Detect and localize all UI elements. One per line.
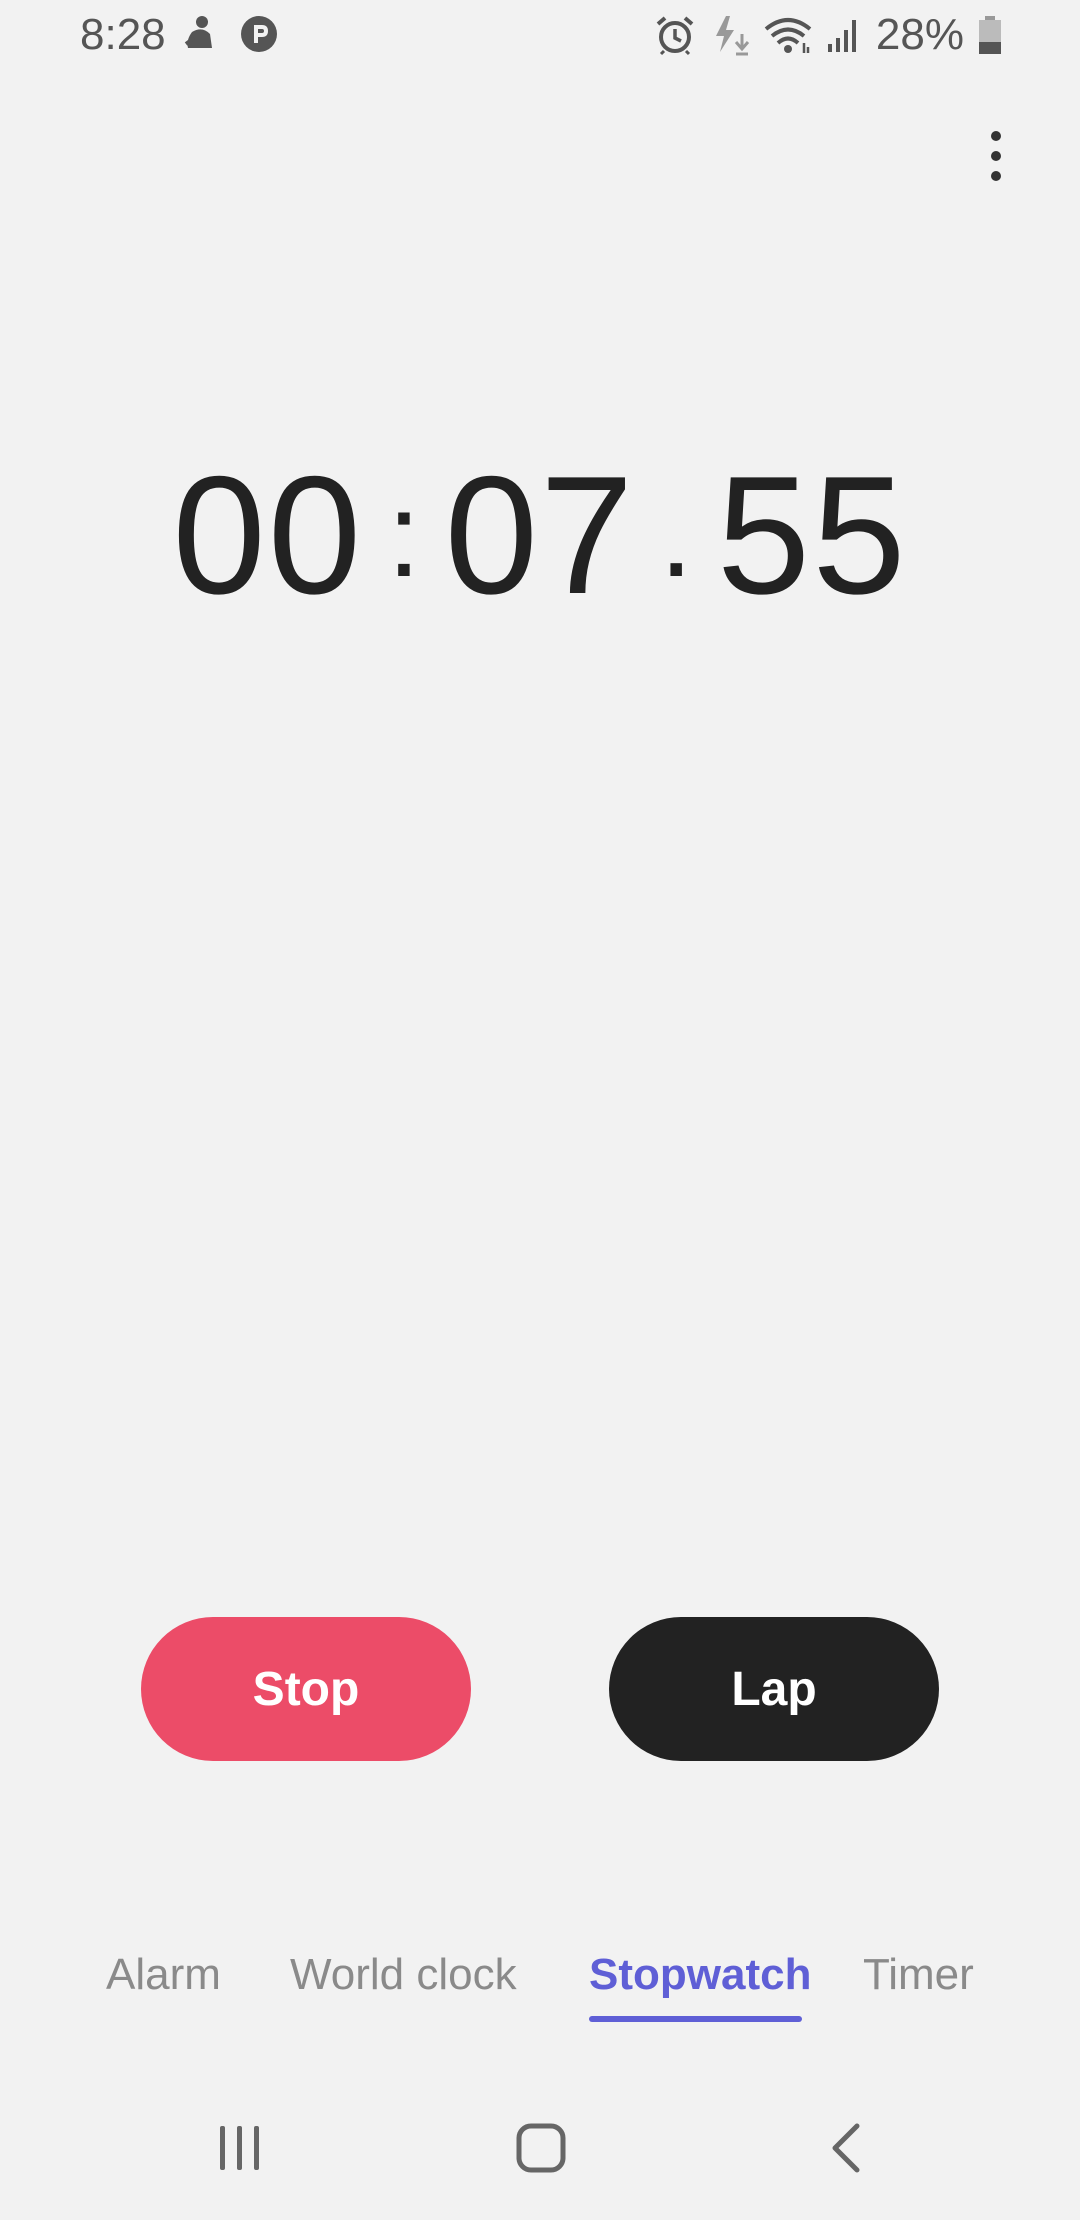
charging-icon (710, 14, 750, 56)
lap-button[interactable]: Lap (609, 1617, 939, 1761)
stop-button-label: Stop (252, 1662, 360, 1716)
status-time: 8:28 (80, 10, 166, 59)
active-tab-indicator (589, 2016, 802, 2022)
tab-world-clock[interactable]: World clock (290, 1950, 517, 2000)
recents-icon (218, 2124, 262, 2172)
home-button[interactable] (481, 2100, 601, 2196)
navigation-bar (0, 2100, 1080, 2196)
alarm-icon (654, 14, 696, 56)
tab-alarm[interactable]: Alarm (106, 1950, 221, 2000)
status-bar: 8:28 28% (0, 0, 1080, 72)
time-hundredths: 55 (716, 441, 908, 629)
tab-timer[interactable]: Timer (863, 1950, 974, 2000)
tab-stopwatch[interactable]: Stopwatch (589, 1950, 811, 2000)
stopwatch-time: 00 : 07 . 55 (0, 440, 1080, 620)
more-options-button[interactable] (966, 120, 1026, 192)
bottom-tabs: Alarm World clock Stopwatch Timer (0, 1950, 1080, 2030)
battery-percentage: 28% (875, 10, 964, 59)
back-button[interactable] (785, 2100, 905, 2196)
lap-button-label: Lap (731, 1662, 817, 1716)
more-vertical-icon (990, 130, 1002, 182)
battery-icon (978, 15, 1002, 55)
p-app-icon (240, 15, 278, 53)
home-icon (516, 2123, 566, 2173)
status-right-icons: 28% (654, 10, 1002, 60)
wifi-icon (764, 15, 812, 55)
back-icon (827, 2122, 863, 2174)
time-seconds: 07 (444, 441, 636, 629)
time-separator-dot: . (659, 468, 693, 602)
time-minutes: 00 (172, 441, 364, 629)
stopwatch-screen: 8:28 28% 00: 07 . 55 Stop Lap Alarm Wor… (0, 0, 1080, 2220)
signal-icon (826, 16, 862, 54)
status-left-icons (182, 14, 278, 54)
stop-button[interactable]: Stop (141, 1617, 471, 1761)
notification-icon (182, 14, 218, 54)
time-separator-colon: : (387, 468, 421, 602)
recents-button[interactable] (180, 2100, 300, 2196)
